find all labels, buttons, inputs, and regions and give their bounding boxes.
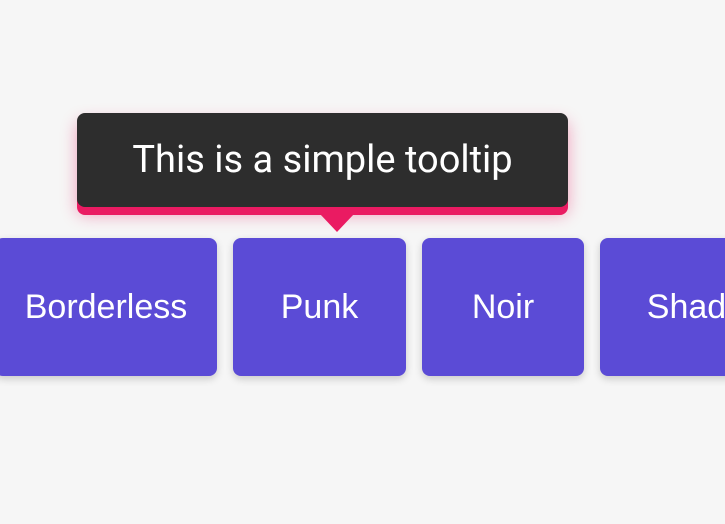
tooltip: This is a simple tooltip	[77, 113, 568, 207]
button-label: Shad	[647, 288, 725, 327]
style-button-borderless[interactable]: Borderless	[0, 238, 217, 376]
style-button-shade[interactable]: Shad	[600, 238, 725, 376]
button-label: Borderless	[25, 288, 188, 327]
style-button-punk[interactable]: Punk	[233, 238, 406, 376]
button-label: Noir	[472, 288, 534, 327]
style-button-noir[interactable]: Noir	[422, 238, 584, 376]
tooltip-text: This is a simple tooltip	[132, 138, 512, 182]
button-row: Borderless Punk Noir Shad	[0, 238, 725, 376]
button-label: Punk	[281, 288, 359, 327]
